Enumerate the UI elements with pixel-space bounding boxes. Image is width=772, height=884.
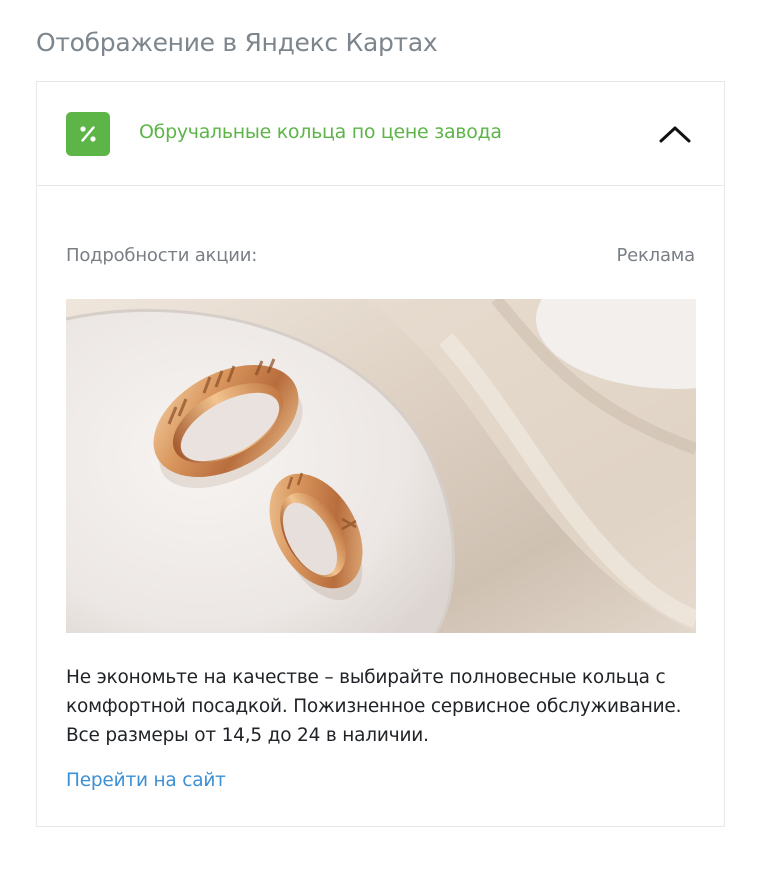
promo-title: Обручальные кольца по цене завода: [139, 121, 502, 143]
section-title: Отображение в Яндекс Картах: [36, 28, 438, 57]
promo-details-label: Подробности акции:: [66, 245, 258, 266]
percent-icon: [66, 112, 110, 156]
promo-accordion-header[interactable]: Обручальные кольца по цене завода: [37, 82, 724, 186]
go-to-site-link[interactable]: Перейти на сайт: [66, 770, 226, 791]
wedding-rings-photo: [66, 299, 696, 633]
chevron-up-icon[interactable]: [655, 118, 695, 150]
promo-description: Не экономьте на качестве – выбирайте пол…: [66, 667, 682, 746]
ad-label: Реклама: [616, 245, 695, 266]
promo-card: Обручальные кольца по цене завода Подроб…: [36, 81, 725, 827]
